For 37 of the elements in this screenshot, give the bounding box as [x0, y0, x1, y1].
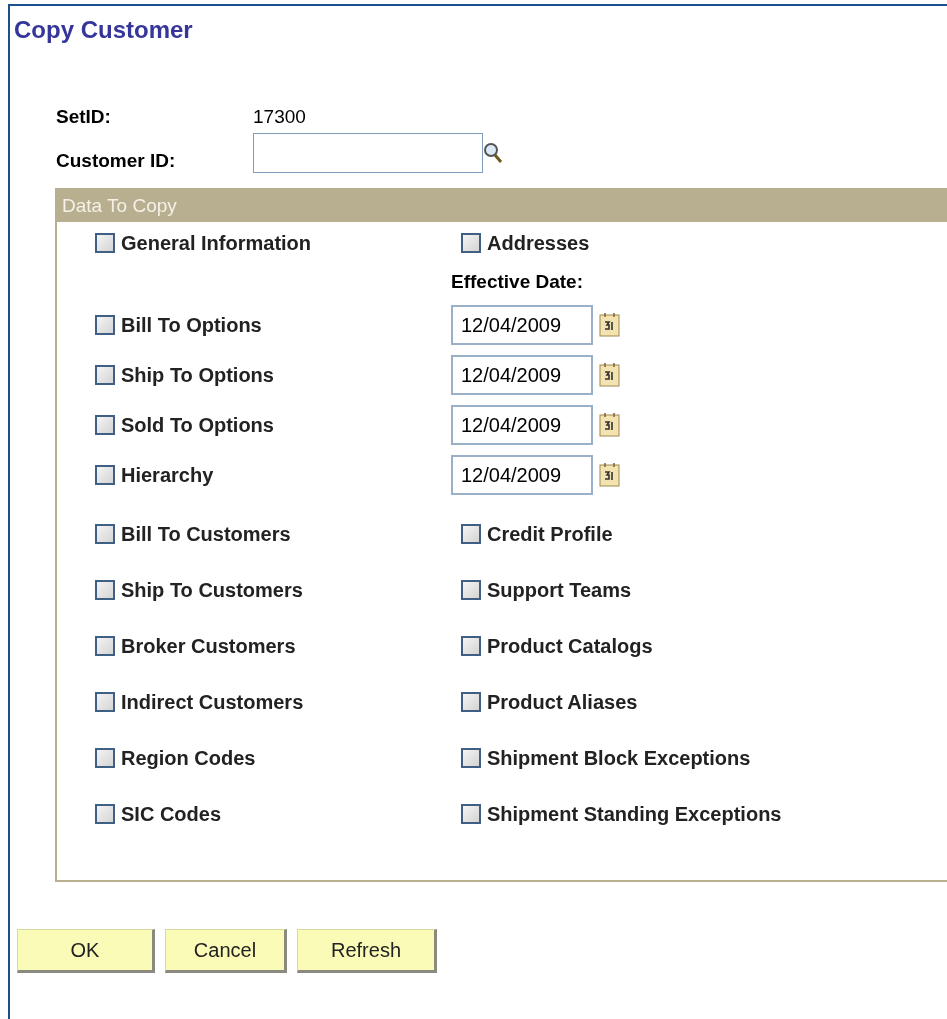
calendar-icon[interactable]: [599, 312, 621, 338]
action-button[interactable]: Refresh: [297, 929, 437, 973]
calendar-icon[interactable]: [599, 412, 621, 438]
field-label: Customer ID:: [56, 150, 177, 172]
field-value: 17300: [253, 106, 306, 128]
checkbox-item[interactable]: General Information: [95, 231, 312, 255]
calendar-icon[interactable]: [599, 462, 621, 488]
checkbox-item[interactable]: Product Aliases: [461, 690, 638, 714]
checkbox-item[interactable]: Product Catalogs: [461, 634, 653, 658]
checkbox-item[interactable]: Shipment Block Exceptions: [461, 746, 751, 770]
checkbox-item[interactable]: Support Teams: [461, 578, 632, 602]
checkbox-item[interactable]: Broker Customers: [95, 634, 296, 658]
date-field[interactable]: 12/04/2009: [451, 405, 593, 445]
checkbox-item[interactable]: Credit Profile: [461, 522, 613, 546]
date-field[interactable]: 12/04/2009: [451, 305, 593, 345]
checkbox-item[interactable]: SIC Codes: [95, 802, 222, 826]
checkbox-item[interactable]: Indirect Customers: [95, 690, 304, 714]
checkbox-item[interactable]: Ship To Customers: [95, 578, 303, 602]
action-button[interactable]: Cancel: [165, 929, 287, 973]
page-title: Copy Customer: [14, 16, 194, 44]
search-icon[interactable]: [483, 142, 503, 164]
checkbox-item[interactable]: Bill To Customers: [95, 522, 291, 546]
checkbox-item[interactable]: Shipment Standing Exceptions: [461, 802, 782, 826]
checkbox-item[interactable]: Hierarchy: [95, 463, 214, 487]
checkbox-item[interactable]: Sold To Options: [95, 413, 274, 437]
column-label: Effective Date:: [451, 271, 584, 293]
panel-title: Data To Copy: [57, 190, 947, 222]
checkbox-item[interactable]: Bill To Options: [95, 313, 262, 337]
field-label: SetID:: [56, 106, 112, 128]
action-button[interactable]: OK: [17, 929, 155, 973]
date-field[interactable]: 12/04/2009: [451, 355, 593, 395]
date-field[interactable]: 12/04/2009: [451, 455, 593, 495]
checkbox-item[interactable]: Addresses: [461, 231, 590, 255]
checkbox-item[interactable]: Region Codes: [95, 746, 256, 770]
calendar-icon[interactable]: [599, 362, 621, 388]
input-field[interactable]: [253, 133, 483, 173]
checkbox-item[interactable]: Ship To Options: [95, 363, 274, 387]
